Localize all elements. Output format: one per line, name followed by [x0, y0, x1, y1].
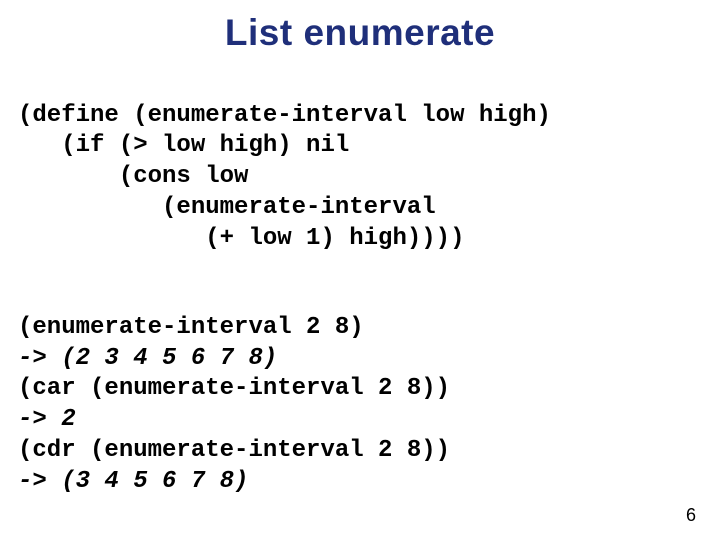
code-line: (enumerate-interval	[18, 194, 436, 221]
code-result: -> (3 4 5 6 7 8)	[18, 468, 248, 495]
code-line: (enumerate-interval 2 8)	[18, 314, 364, 341]
code-line: (car (enumerate-interval 2 8))	[18, 375, 450, 402]
code-block-definition: (define (enumerate-interval low high) (i…	[18, 70, 702, 254]
code-line: (cdr (enumerate-interval 2 8))	[18, 437, 450, 464]
code-result: -> (2 3 4 5 6 7 8)	[18, 345, 277, 372]
code-block-examples: (enumerate-interval 2 8) -> (2 3 4 5 6 7…	[18, 282, 702, 497]
slide-title: List enumerate	[18, 12, 702, 54]
code-line: (define (enumerate-interval low high)	[18, 102, 551, 129]
code-line: (cons low	[18, 163, 248, 190]
slide: List enumerate (define (enumerate-interv…	[0, 0, 720, 540]
code-line: (+ low 1) high))))	[18, 225, 464, 252]
code-result: -> 2	[18, 406, 76, 433]
page-number: 6	[686, 505, 696, 526]
code-line: (if (> low high) nil	[18, 132, 349, 159]
